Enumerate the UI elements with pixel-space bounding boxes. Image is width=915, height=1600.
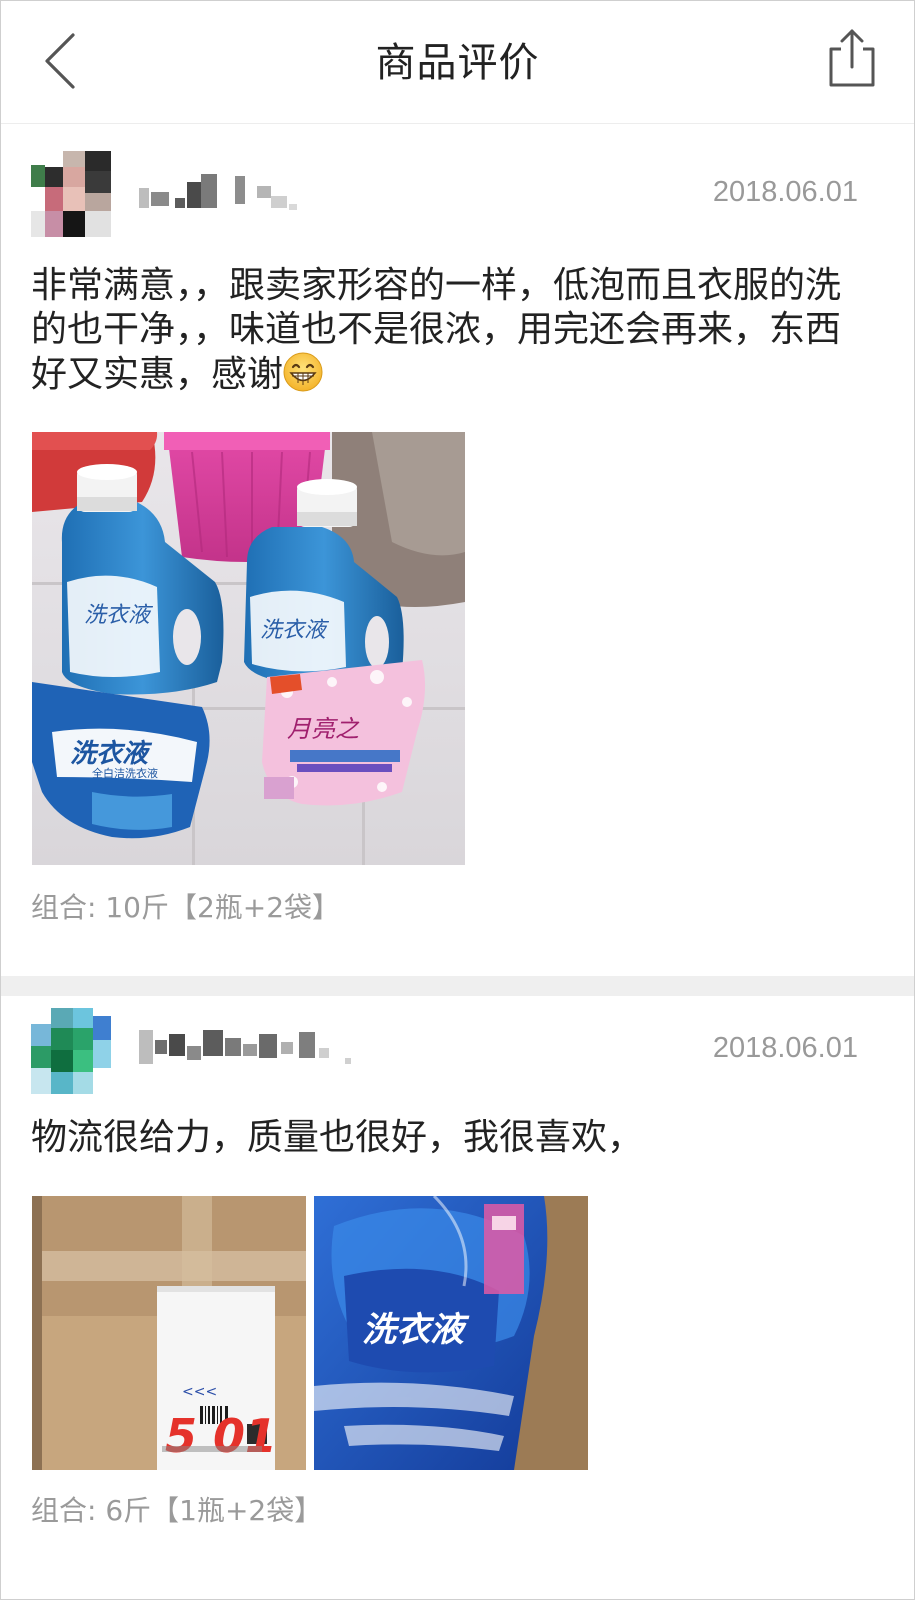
share-icon [829,29,875,87]
app-frame: 商品评价 2018.06.01 非常满意，，跟卖家形容的一样，低泡而且衣服的洗的… [0,0,915,1600]
svg-text:洗衣液: 洗衣液 [84,603,154,628]
shipping-box-photo-image: 5 01 <<< [32,1196,306,1470]
svg-text:月亮之: 月亮之 [287,715,360,743]
user-avatar-image [31,151,111,237]
review-photo[interactable]: 洗衣液 [314,1196,588,1470]
svg-text:5 01: 5 01 [165,1409,277,1463]
review-card: 2018.06.01 物流很给力，质量也很好，我很喜欢， 5 01 <<< 洗衣… [1,996,914,1599]
section-divider [1,976,914,996]
avatar[interactable] [31,1008,111,1094]
pixelated-name-graphic [139,1030,351,1064]
share-button[interactable] [823,27,879,91]
detergent-photo-image: 洗衣液 洗衣液 洗衣液 全白洁洗衣液 月亮之 [32,432,465,865]
page-title: 商品评价 [375,40,540,86]
svg-text:洗衣液: 洗衣液 [362,1310,470,1350]
avatar[interactable] [31,151,111,237]
detergent-bag-photo-image: 洗衣液 [314,1196,588,1470]
username-pixelated [139,1026,379,1070]
review-text: 非常满意，，跟卖家形容的一样，低泡而且衣服的洗的也干净，，味道也不是很浓，用完还… [31,264,876,397]
review-photo[interactable]: 5 01 <<< [32,1196,306,1470]
user-avatar-image [31,1008,111,1094]
pixelated-name-graphic [139,174,297,210]
svg-text:全白洁洗衣液: 全白洁洗衣液 [92,766,158,780]
product-combination: 组合: 6斤【1瓶+2袋】 [31,1494,323,1527]
svg-text:洗衣液: 洗衣液 [70,739,153,769]
product-combination: 组合: 10斤【2瓶+2袋】 [31,891,341,924]
review-date: 2018.06.01 [712,176,858,208]
svg-text:<<<: <<< [182,1384,217,1400]
review-card: 2018.06.01 非常满意，，跟卖家形容的一样，低泡而且衣服的洗的也干净，，… [1,124,914,976]
username-pixelated [139,172,379,216]
svg-text:洗衣液: 洗衣液 [260,618,330,643]
top-navigation-bar: 商品评价 [1,1,914,124]
review-text-content: 非常满意，，跟卖家形容的一样，低泡而且衣服的洗的也干净，，味道也不是很浓，用完还… [31,265,842,395]
review-photo[interactable]: 洗衣液 洗衣液 洗衣液 全白洁洗衣液 月亮之 [32,432,465,865]
review-text: 物流很给力，质量也很好，我很喜欢， [31,1117,644,1158]
grinning-face-emoji-icon [283,352,323,392]
review-date: 2018.06.01 [712,1032,858,1064]
